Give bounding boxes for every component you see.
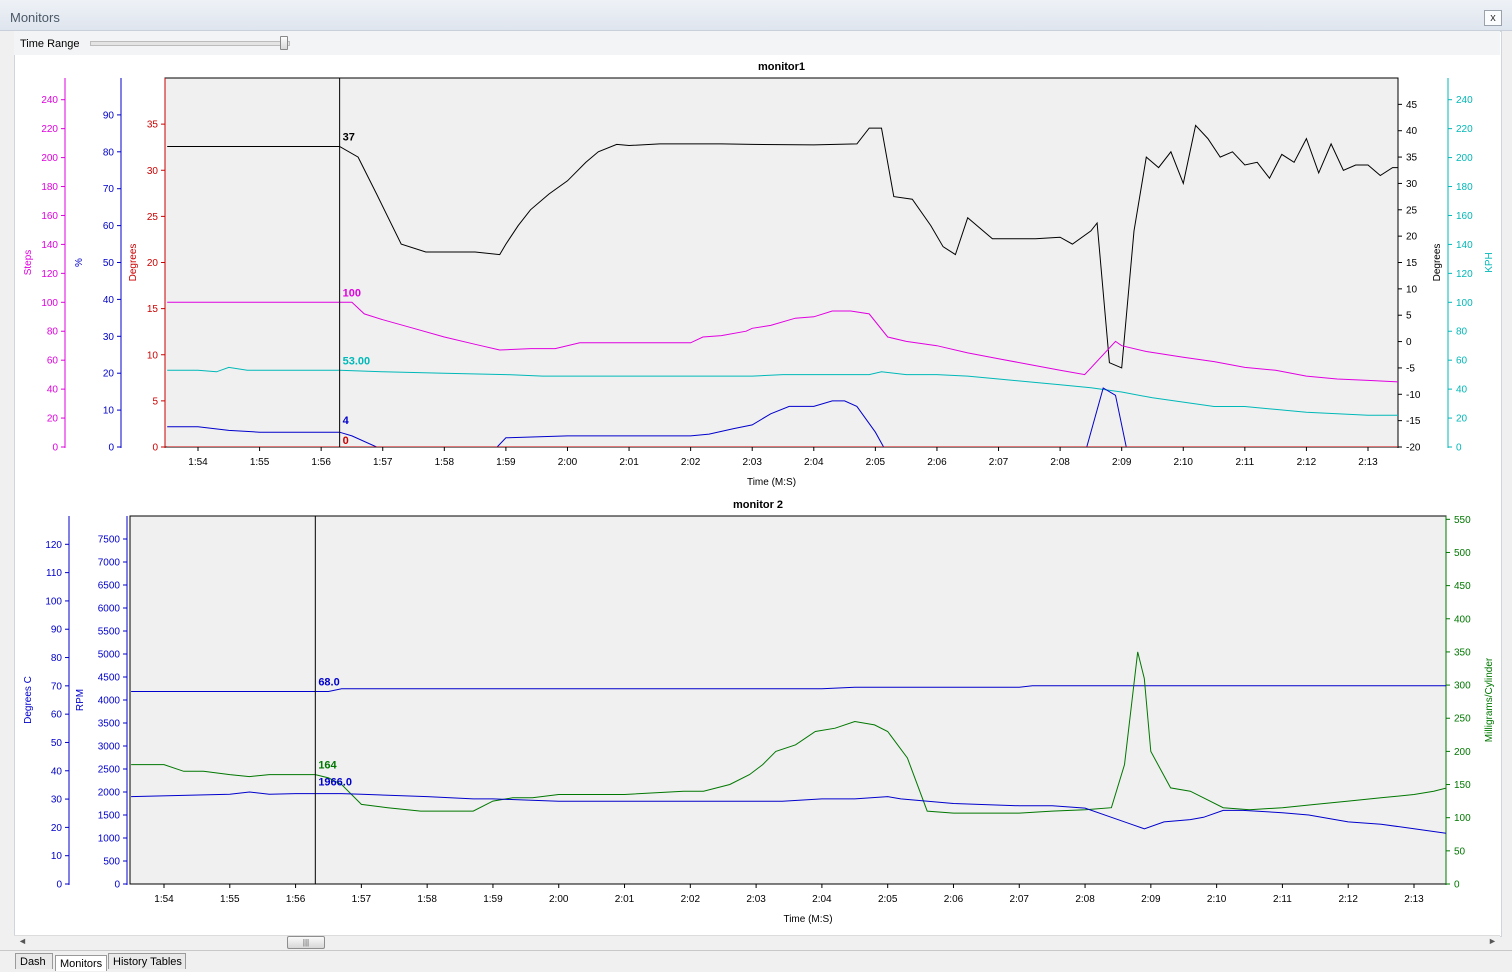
y-tick-label: 5500 — [98, 627, 121, 638]
y-tick-label: 6000 — [98, 604, 121, 615]
y-tick-label: 7500 — [98, 535, 121, 546]
monitor2-chart[interactable]: monitor 2 1:54 1:55 1:56 1:57 1:58 1:59 2:00 2:0… — [0, 0, 1512, 940]
y-tick-label: 80 — [51, 653, 63, 664]
y-tick-label: 60 — [51, 710, 63, 721]
x-tick-label: 1:59 — [483, 894, 503, 905]
y-tick-label: 1500 — [98, 811, 121, 822]
y-tick-label: 40 — [51, 766, 63, 777]
y-tick-label: 500 — [1454, 548, 1471, 559]
y-tick-label: 90 — [51, 625, 63, 636]
x-tick-label: 2:00 — [549, 894, 569, 905]
x-tick-label: 2:05 — [878, 894, 898, 905]
y-tick-label: 4000 — [98, 696, 121, 707]
y-tick-label: 5000 — [98, 650, 121, 661]
y-tick-label: 50 — [1454, 846, 1466, 857]
x-axis-label: Time (M:S) — [783, 914, 832, 925]
x-tick-label: 2:04 — [812, 894, 832, 905]
scroll-right-arrow-icon[interactable]: ► — [1488, 936, 1497, 946]
y-tick-label: 300 — [1454, 681, 1471, 692]
y-tick-label: 120 — [45, 540, 62, 551]
x-tick-label: 1:58 — [417, 894, 437, 905]
y-tick-label: 150 — [1454, 780, 1471, 791]
y-tick-label: 400 — [1454, 614, 1471, 625]
y-tick-label: 350 — [1454, 647, 1471, 658]
y-tick-label: 2000 — [98, 788, 121, 799]
y-tick-label: 110 — [46, 568, 62, 579]
x-tick-label: 2:03 — [746, 894, 766, 905]
x-tick-label: 2:06 — [944, 894, 964, 905]
y-axis-label: Milligrams/Cylinder — [1484, 657, 1495, 742]
y-tick-label: 0 — [56, 880, 62, 891]
y-tick-label: 200 — [1454, 747, 1471, 758]
cursor-value-label: 1966.0 — [318, 777, 352, 789]
y-tick-label: 100 — [1454, 813, 1471, 824]
x-tick-label: 2:10 — [1207, 894, 1227, 905]
x-tick-label: 2:01 — [615, 894, 635, 905]
y-tick-label: 7000 — [98, 558, 121, 569]
x-tick-label: 2:08 — [1075, 894, 1095, 905]
horizontal-scrollbar[interactable] — [14, 935, 1500, 950]
x-tick-label: 2:07 — [1010, 894, 1030, 905]
x-tick-label: 2:02 — [681, 894, 701, 905]
chart-title: monitor 2 — [733, 499, 783, 511]
y-tick-label: 0 — [114, 880, 120, 891]
y-tick-label: 500 — [103, 857, 120, 868]
y-tick-label: 50 — [51, 738, 63, 749]
scrollbar-thumb[interactable]: ||| — [287, 936, 325, 949]
y-tick-label: 3000 — [98, 742, 121, 753]
x-tick-label: 1:57 — [352, 894, 372, 905]
y-tick-label: 2500 — [98, 765, 121, 776]
y-tick-label: 3500 — [98, 719, 121, 730]
y-tick-label: 550 — [1454, 515, 1471, 526]
y-tick-label: 6500 — [98, 581, 121, 592]
y-tick-label: 0 — [1454, 880, 1460, 891]
scroll-left-arrow-icon[interactable]: ◄ — [18, 936, 27, 946]
tab-history-tables[interactable]: History Tables — [108, 953, 186, 969]
y-tick-label: 30 — [51, 795, 63, 806]
x-tick-label: 2:13 — [1404, 894, 1424, 905]
tab-strip — [0, 950, 1512, 970]
x-tick-label: 1:55 — [220, 894, 240, 905]
y-tick-label: 450 — [1454, 581, 1471, 592]
y-axis-label: Degrees C — [23, 676, 34, 724]
plot-area — [129, 515, 1447, 885]
x-tick-label: 1:54 — [154, 894, 174, 905]
y-tick-label: 100 — [45, 596, 62, 607]
cursor-value-label: 164 — [318, 760, 337, 772]
y-tick-label: 20 — [51, 823, 63, 834]
y-tick-label: 10 — [51, 851, 63, 862]
x-tick-label: 1:56 — [286, 894, 306, 905]
y-axis-label: RPM — [75, 689, 86, 711]
y-tick-label: 4500 — [98, 673, 121, 684]
x-tick-label: 2:11 — [1273, 894, 1292, 905]
x-tick-label: 2:12 — [1338, 894, 1358, 905]
y-tick-label: 250 — [1454, 714, 1471, 725]
x-tick-label: 2:09 — [1141, 894, 1161, 905]
y-tick-label: 70 — [51, 681, 63, 692]
tab-dash[interactable]: Dash — [15, 953, 53, 969]
y-tick-label: 1000 — [98, 834, 121, 845]
cursor-value-label: 68.0 — [318, 677, 339, 689]
